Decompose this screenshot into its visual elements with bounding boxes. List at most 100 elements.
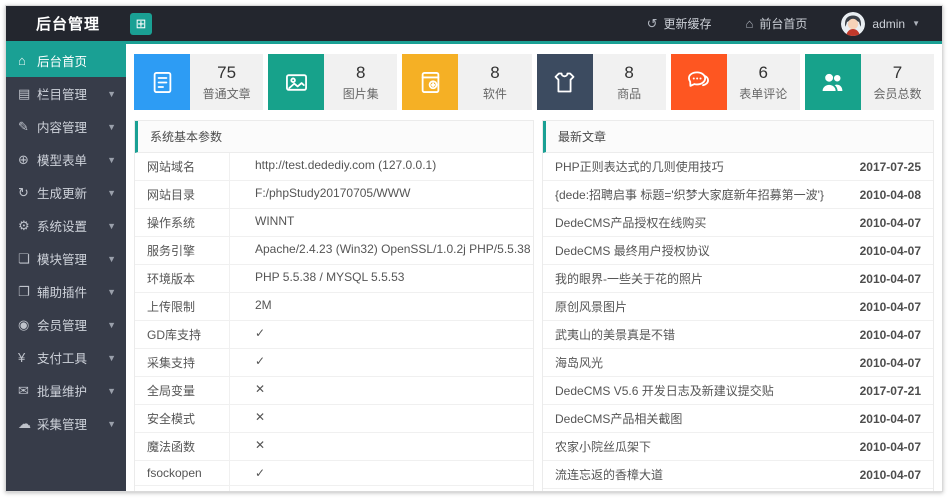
module-icon: ❏	[18, 250, 30, 266]
sidebar-item-label: 采集管理	[37, 418, 88, 432]
param-label: 其它必须函数	[135, 486, 230, 491]
chevron-down-icon: ▼	[107, 220, 116, 231]
content-icon: ✎	[18, 118, 29, 134]
stat-label: 会员总数	[873, 86, 922, 101]
sidebar-item-label: 后台首页	[37, 55, 88, 69]
system-param-row: 操作系统 WINNT	[135, 208, 533, 236]
form-icon: ⊕	[18, 151, 29, 167]
stat-card[interactable]: 8 图片集	[268, 54, 398, 110]
article-row[interactable]: 我的眼界-一些关于花的照片 2010-04-07	[543, 264, 933, 292]
stat-card[interactable]: 8 商品	[536, 54, 666, 110]
latest-articles-panel: 最新文章 PHP正则表达式的几则使用技巧 2017-07-25 {dede:招聘…	[542, 120, 934, 491]
page-title: 后台管理	[36, 16, 101, 33]
software-icon	[417, 69, 444, 96]
sidebar-toggle-button[interactable]: ⊞	[130, 12, 152, 35]
sidebar-item-label: 批量维护	[37, 385, 88, 399]
system-param-row: fsockopen ✓	[135, 460, 533, 485]
batch-icon: ✉	[18, 382, 29, 398]
sidebar-item[interactable]: ❐ 辅助插件 ▼	[6, 275, 126, 308]
sidebar-item[interactable]: ⊕ 模型表单 ▼	[6, 143, 126, 176]
article-title: 原创风景图片	[555, 300, 628, 314]
param-value: WINNT	[255, 214, 295, 228]
article-date: 2010-04-07	[859, 271, 921, 286]
param-value: http://test.dedediy.com (127.0.0.1)	[255, 158, 437, 172]
article-row[interactable]: 原创风景图片 2010-04-07	[543, 292, 933, 320]
article-row[interactable]: DedeCMS产品授权在线购买 2010-04-07	[543, 208, 933, 236]
param-label: 网站目录	[135, 181, 230, 208]
stat-card[interactable]: 8 软件	[402, 54, 532, 110]
topbar-action[interactable]: ⌂ 前台首页	[746, 15, 808, 32]
param-value: ✕	[255, 382, 266, 396]
param-label: 操作系统	[135, 209, 230, 236]
article-date: 2017-07-25	[859, 159, 921, 174]
product-icon	[551, 69, 578, 96]
sidebar-item[interactable]: ✉ 批量维护 ▼	[6, 374, 126, 407]
stat-label: 商品	[617, 86, 642, 101]
article-row[interactable]: DedeCMS产品相关截图 2010-04-07	[543, 404, 933, 432]
sidebar-item[interactable]: ↻ 生成更新 ▼	[6, 176, 126, 209]
article-row[interactable]: 武夷山的美景真是不错 2010-04-07	[543, 320, 933, 348]
topbar-actions: ↺ 更新缓存 ⌂ 前台首页 admin ▼	[647, 11, 942, 36]
system-params-panel: 系统基本参数 网站域名 http://test.dedediy.com (127…	[134, 120, 534, 491]
article-title: 海岛风光	[555, 356, 604, 370]
stat-card[interactable]: 6 表单评论	[670, 54, 800, 110]
sidebar-item-label: 内容管理	[37, 121, 88, 135]
chevron-down-icon: ▼	[107, 253, 116, 264]
article-row[interactable]: {dede:招聘启事 标题='织梦大家庭新年招募第一波'} 2010-04-08	[543, 180, 933, 208]
main-content: 75 普通文章 8 图片集 8 软件 8 商品 6 表单评论 7 会员总数 系统…	[126, 44, 942, 491]
param-label: fsockopen	[135, 461, 230, 485]
system-param-row: 网站目录 F:/phpStudy20170705/WWW	[135, 180, 533, 208]
article-row[interactable]: 美丽的风景尽收眼底 2010-04-07	[543, 488, 933, 491]
system-param-row: 采集支持 ✓	[135, 348, 533, 376]
param-value: 2M	[255, 298, 272, 312]
param-value: ✓	[255, 354, 266, 368]
system-param-row: 环境版本 PHP 5.5.38 / MYSQL 5.5.53	[135, 264, 533, 292]
sidebar-item[interactable]: ◉ 会员管理 ▼	[6, 308, 126, 341]
sidebar-item[interactable]: ⚙ 系统设置 ▼	[6, 209, 126, 242]
system-param-row: GD库支持 ✓	[135, 320, 533, 348]
param-label: 全局变量	[135, 377, 230, 404]
article-date: 2010-04-07	[859, 439, 921, 454]
article-title: 武夷山的美景真是不错	[555, 328, 676, 342]
article-title: DedeCMS产品授权在线购买	[555, 216, 707, 230]
sidebar-item[interactable]: ✎ 内容管理 ▼	[6, 110, 126, 143]
sidebar-item[interactable]: ▤ 栏目管理 ▼	[6, 77, 126, 110]
payment-icon: ¥	[18, 350, 26, 365]
sidebar-item-label: 辅助插件	[37, 286, 88, 300]
topbar-action[interactable]: ↺ 更新缓存	[647, 15, 712, 32]
stat-count: 8	[356, 62, 366, 82]
sidebar-item[interactable]: ☁ 采集管理 ▼	[6, 407, 126, 440]
user-menu[interactable]: admin ▼	[841, 11, 920, 36]
generate-icon: ↻	[18, 184, 29, 200]
article-row[interactable]: 海岛风光 2010-04-07	[543, 348, 933, 376]
param-value: F:/phpStudy20170705/WWW	[255, 186, 411, 200]
stat-card[interactable]: 75 普通文章	[134, 54, 264, 110]
article-row[interactable]: DedeCMS V5.6 开发日志及新建议提交贴 2017-07-21	[543, 376, 933, 404]
chevron-down-icon: ▼	[107, 286, 116, 297]
topbar-action-label: 前台首页	[759, 17, 808, 31]
article-title: 农家小院丝瓜架下	[555, 440, 652, 454]
plugin-icon: ❐	[18, 283, 30, 299]
article-date: 2017-07-21	[859, 383, 921, 398]
sidebar-item[interactable]: ⌂ 后台首页 ▼	[6, 44, 126, 77]
article-row[interactable]: DedeCMS 最终用户授权协议 2010-04-07	[543, 236, 933, 264]
param-value: ✓	[255, 466, 266, 480]
article-row[interactable]: 农家小院丝瓜架下 2010-04-07	[543, 432, 933, 460]
sidebar-item[interactable]: ¥ 支付工具 ▼	[6, 341, 126, 374]
comment-icon	[685, 69, 712, 96]
article-row[interactable]: 流连忘返的香樟大道 2010-04-07	[543, 460, 933, 488]
stat-count: 8	[490, 62, 500, 82]
home-icon: ⌂	[745, 16, 754, 31]
sidebar-item-label: 会员管理	[37, 319, 88, 333]
article-row[interactable]: PHP正则表达式的几则使用技巧 2017-07-25	[543, 153, 933, 180]
param-value: ✕	[255, 438, 266, 452]
stat-card[interactable]: 7 会员总数	[804, 54, 935, 110]
article-title: DedeCMS V5.6 开发日志及新建议提交贴	[555, 384, 774, 398]
param-value: ✓	[230, 486, 533, 491]
article-title: PHP正则表达式的几则使用技巧	[555, 160, 724, 174]
article-date: 2010-04-07	[859, 355, 921, 370]
article-title: 流连忘返的香樟大道	[555, 468, 664, 482]
param-value: Apache/2.4.23 (Win32) OpenSSL/1.0.2j PHP…	[255, 242, 531, 256]
sidebar-item[interactable]: ❏ 模块管理 ▼	[6, 242, 126, 275]
param-label: 上传限制	[135, 293, 230, 320]
